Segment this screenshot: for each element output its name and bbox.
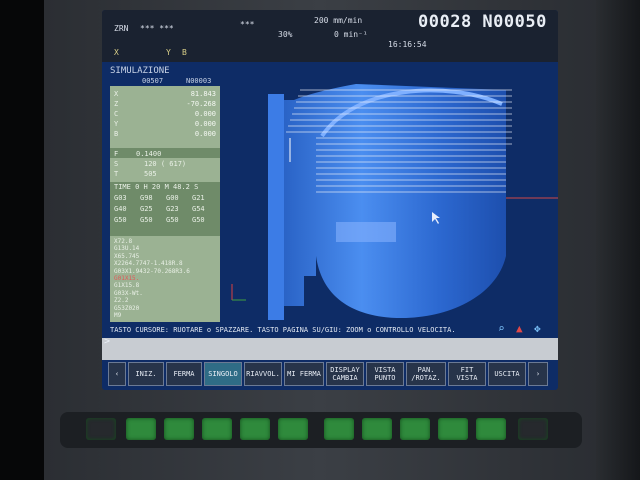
part-simulation-view [226,66,558,322]
axis-label-y: Y [114,120,119,128]
axis-value-x: 81.843 [190,90,216,98]
program-b: N00003 [186,77,212,85]
hardware-key-f2[interactable] [164,418,194,440]
program-line: X2264.7747-1.418R.8 [114,260,183,268]
gcode-cell: G98 [140,194,153,202]
softkey[interactable]: VISTA PUNTO [366,362,404,386]
gcode-cell: G50 [114,216,127,224]
hardware-key-f7[interactable] [362,418,392,440]
program-line: G1X15.8 [114,282,140,290]
softkey[interactable]: INIZ. [128,362,164,386]
right-edge [596,0,640,480]
gcode-cell: G50 [192,216,205,224]
axis-label-z: Z [114,100,119,108]
axis-value-b: 0.000 [194,130,216,138]
program-a: 00507 [142,77,164,85]
program-line: G53Z020 [114,304,140,312]
hardware-key-row [60,412,582,448]
program-line: G03X-Wt. [114,289,143,297]
softkey[interactable]: PAN. /ROTAZ. [406,362,446,386]
hint-line: TASTO CURSORE: RUOTARE o SPAZZARE. TASTO… [102,322,558,338]
hardware-key-f10[interactable] [476,418,506,440]
gcode-cell: G00 [166,194,179,202]
axis-label-x: X [114,90,119,98]
cnc-screen: ZRN *** *** *** 200 mm/min 30% 0 min⁻¹ 0… [102,10,558,390]
simulation-title: SIMULAZIONE [110,66,170,76]
feed-readout: 200 mm/min [314,16,363,25]
program-line: Z2.2 [114,297,129,305]
left-edge [0,0,44,480]
spindle-readout: 0 min⁻¹ [334,30,368,39]
part-render [231,84,558,320]
axis-label-c: C [114,110,119,118]
axis-value-c: 0.000 [194,110,216,118]
spindle-label: S [114,160,119,168]
axis-b-icon: B [182,48,187,57]
softkey[interactable]: USCITA [488,362,526,386]
status-header: ZRN *** *** *** 200 mm/min 30% 0 min⁻¹ 0… [102,10,558,62]
hardware-key-f6[interactable] [324,418,354,440]
tool-value: 505 [144,170,157,178]
hint-text: TASTO CURSORE: RUOTARE o SPAZZARE. TASTO… [110,326,456,334]
hardware-key-f8[interactable] [400,418,430,440]
program-line: G13U.14 [114,245,140,253]
axis-y-icon: Y [166,48,171,57]
gcode-cell: G21 [192,194,205,202]
axis-value-y: 0.000 [194,120,216,128]
softkey[interactable]: MI FERMA [284,362,324,386]
feed-label: F [114,150,119,158]
gcode-cell: G03 [114,194,127,202]
hardware-key-f11[interactable] [518,418,548,440]
axis-x-icon: X [114,48,119,57]
prompt-caret: > [104,336,111,347]
softkey[interactable]: DISPLAY CAMBIA [326,362,364,386]
status-flags: *** *** [140,24,174,33]
gcode-cell: G50 [140,216,153,224]
hardware-key-f5[interactable] [278,418,308,440]
hardware-key-f9[interactable] [438,418,468,440]
tool-label: T [114,170,119,178]
softkey[interactable]: SINGOLO [204,362,242,386]
elapsed-time: TIME 0 H 20 M 48.2 S [114,183,199,191]
hat-icon[interactable]: ▲ [516,322,523,335]
hardware-key-f3[interactable] [202,418,232,440]
zoom-icon[interactable]: ⌕ [498,322,505,335]
program-number: 00028 N00050 [418,12,547,32]
softkey-bar: ‹ INIZ. FERMA SINGOLO RIAVVOL. MI FERMA DISPLA… [108,362,552,386]
program-line: G01X15. [114,275,140,282]
softkey[interactable]: FERMA [166,362,202,386]
hardware-key-f1[interactable] [126,418,156,440]
softkey[interactable]: ‹ [108,362,126,386]
hardware-key-f4[interactable] [240,418,270,440]
simulation-data-panel: X 81.843 Z -70.268 C 0.000 Y 0.000 B 0.0… [110,86,220,322]
program-line: X72.8 [114,238,133,245]
gcode-cell: G50 [166,216,179,224]
spindle-value: 120 ( 617) [144,160,187,168]
gcode-cell: G25 [140,205,153,213]
softkey[interactable]: › [528,362,548,386]
mode-indicator: ZRN [114,24,129,33]
part-body [284,84,506,318]
gcode-cell: G40 [114,205,127,213]
softkey[interactable]: RIAVVOL. [244,362,282,386]
axis-value-z: -70.268 [186,100,216,108]
axis-label-b: B [114,130,119,138]
softkey[interactable]: FIT VISTA [448,362,486,386]
hardware-key-f0[interactable] [86,418,116,440]
program-line: X65.745 [114,252,140,260]
feed-value: 0.1400 [136,150,162,158]
command-line[interactable]: > [102,336,558,360]
clock: 16:16:54 [388,40,427,49]
arrows-icon[interactable]: ✥ [534,322,541,335]
status-flags-2: *** [240,20,255,29]
flange-face [268,94,284,320]
program-line: M9 [114,312,122,319]
gcode-cell: G23 [166,205,179,213]
gcode-cell: G54 [192,205,205,213]
program-line: G03X1.9432-70.268R3.6 [114,267,190,275]
override-readout: 30% [278,30,293,39]
